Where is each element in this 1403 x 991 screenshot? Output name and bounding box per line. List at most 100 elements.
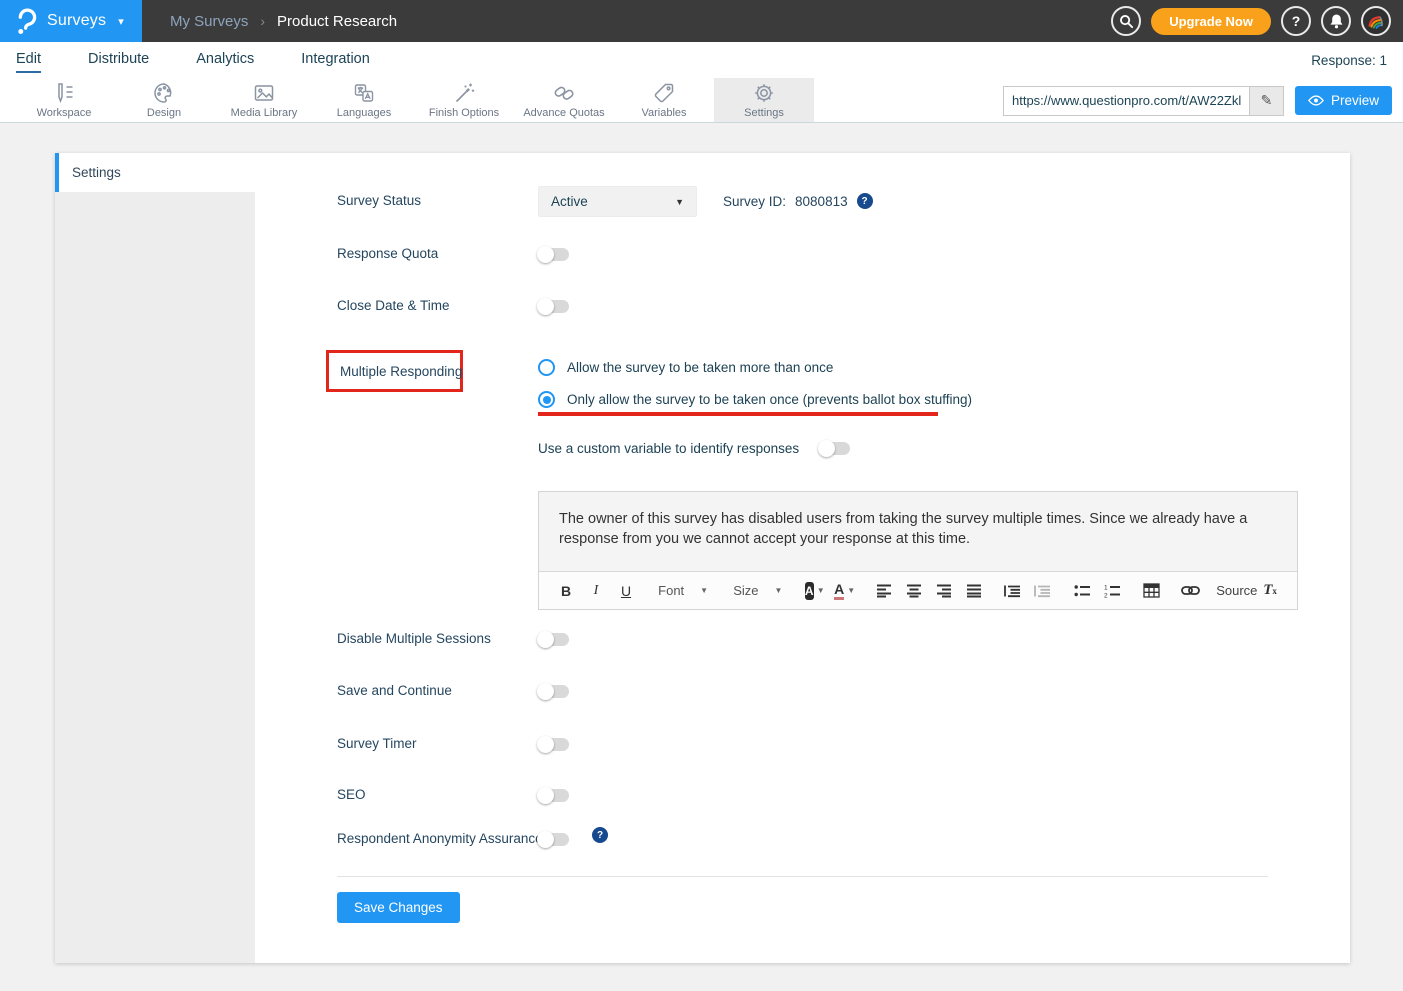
toolbar-item-settings[interactable]: Settings: [714, 78, 814, 122]
help-button[interactable]: ?: [1281, 6, 1311, 36]
settings-panel: Settings Security Notifications Survey S…: [55, 153, 1350, 963]
settings-form: Survey Status Active ▼ Survey ID: 808081…: [255, 153, 1350, 963]
user-avatar[interactable]: [1361, 6, 1391, 36]
align-left-button[interactable]: [871, 578, 897, 604]
breadcrumb-current: Product Research: [277, 13, 397, 30]
indent-increase-button[interactable]: [1000, 578, 1026, 604]
tab-edit[interactable]: Edit: [16, 47, 41, 73]
toolbar-item-advance-quotas[interactable]: Advance Quotas: [514, 78, 614, 122]
disable-multiple-sessions-label: Disable Multiple Sessions: [337, 631, 491, 646]
notifications-button[interactable]: [1321, 6, 1351, 36]
search-button[interactable]: [1111, 6, 1141, 36]
radio-allow-multiple[interactable]: Allow the survey to be taken more than o…: [538, 359, 833, 376]
chevron-down-icon: ▼: [700, 586, 708, 595]
save-and-continue-toggle[interactable]: [538, 685, 569, 698]
close-date-label: Close Date & Time: [337, 298, 450, 313]
tab-distribute[interactable]: Distribute: [88, 47, 149, 73]
chevron-down-icon: ▼: [675, 197, 684, 207]
app-menu-surveys[interactable]: Surveys ▾: [0, 0, 142, 42]
response-quota-toggle[interactable]: [538, 248, 569, 261]
table-button[interactable]: [1138, 578, 1164, 604]
seo-label: SEO: [337, 787, 366, 802]
source-button[interactable]: Source: [1217, 578, 1253, 604]
italic-button[interactable]: I: [583, 578, 609, 604]
bullet-list-button[interactable]: [1069, 578, 1095, 604]
toolbar-item-languages[interactable]: Languages: [314, 78, 414, 122]
save-and-continue-label: Save and Continue: [337, 683, 452, 698]
settings-sidebar: Settings Security Notifications: [55, 153, 255, 963]
toolbar-item-design[interactable]: Design: [114, 78, 214, 122]
toolbar-item-workspace[interactable]: Workspace: [14, 78, 114, 122]
tag-icon: [652, 81, 676, 105]
toolbar-item-finish-options[interactable]: Finish Options: [414, 78, 514, 122]
avatar-logo-icon: [1365, 10, 1387, 32]
upgrade-now-button[interactable]: Upgrade Now: [1151, 8, 1271, 35]
edit-url-button[interactable]: ✎: [1249, 87, 1283, 115]
palette-icon: [152, 81, 176, 105]
image-icon: [252, 81, 276, 105]
chain-links-icon: [552, 81, 576, 105]
tab-analytics[interactable]: Analytics: [196, 47, 254, 73]
survey-url-box: ✎: [1003, 86, 1284, 116]
pencil-lines-icon: [52, 81, 76, 105]
chevron-down-icon: ▼: [775, 586, 783, 595]
bg-color-icon: A: [805, 582, 814, 600]
radio-only-once[interactable]: Only allow the survey to be taken once (…: [538, 391, 972, 408]
search-icon: [1119, 14, 1134, 29]
svg-text:2: 2: [1104, 592, 1108, 598]
link-button[interactable]: [1177, 578, 1203, 604]
align-center-button[interactable]: [901, 578, 927, 604]
respondent-anonymity-toggle[interactable]: [538, 833, 569, 846]
toolbar-item-media-library[interactable]: Media Library: [214, 78, 314, 122]
seo-toggle[interactable]: [538, 789, 569, 802]
page-content: Settings Security Notifications Survey S…: [0, 123, 1403, 991]
disable-multiple-sessions-toggle[interactable]: [538, 633, 569, 646]
respondent-anonymity-help-icon[interactable]: ?: [592, 827, 608, 843]
font-select[interactable]: Font▼: [652, 583, 714, 598]
editor-message-area[interactable]: The owner of this survey has disabled us…: [539, 492, 1297, 571]
align-right-button[interactable]: [931, 578, 957, 604]
survey-status-label: Survey Status: [337, 193, 421, 208]
close-date-toggle[interactable]: [538, 300, 569, 313]
radio-icon[interactable]: [538, 359, 555, 376]
breadcrumb-separator: ›: [260, 13, 265, 29]
indent-decrease-button[interactable]: [1030, 578, 1056, 604]
question-mark-icon: ?: [1292, 13, 1301, 29]
size-select[interactable]: Size▼: [727, 583, 788, 598]
custom-variable-row: Use a custom variable to identify respon…: [538, 441, 850, 456]
survey-url-input[interactable]: [1004, 87, 1249, 115]
sidebar-item-settings[interactable]: Settings: [55, 153, 255, 192]
background-color-button[interactable]: A▼: [802, 578, 828, 604]
top-bar: Surveys ▾ My Surveys › Product Research …: [0, 0, 1403, 42]
preview-button[interactable]: Preview: [1295, 86, 1392, 115]
survey-id-help-icon[interactable]: ?: [857, 193, 873, 209]
remove-format-button[interactable]: Tx: [1257, 578, 1283, 604]
bold-button[interactable]: B: [553, 578, 579, 604]
gear-icon: [752, 81, 776, 105]
text-color-button[interactable]: A▼: [832, 578, 858, 604]
translate-icon: [352, 81, 376, 105]
custom-variable-toggle[interactable]: [819, 442, 850, 455]
breadcrumb-my-surveys[interactable]: My Surveys: [170, 13, 248, 30]
bell-icon: [1329, 13, 1344, 29]
survey-id-value: 8080813: [795, 194, 848, 209]
form-divider: [337, 876, 1268, 877]
section-nav: Edit Distribute Analytics Integration Re…: [0, 42, 1403, 78]
respondent-anonymity-label: Respondent Anonymity Assurance: [337, 831, 543, 846]
save-changes-button[interactable]: Save Changes: [337, 892, 460, 923]
editor-toolbar: B I U Font▼ Size▼ A▼ A▼: [539, 571, 1297, 609]
response-count[interactable]: Response: 1: [1311, 53, 1387, 68]
toolbar-item-variables[interactable]: Variables: [614, 78, 714, 122]
pencil-icon: ✎: [1261, 92, 1273, 109]
text-color-icon: A: [834, 582, 844, 600]
justify-button[interactable]: [961, 578, 987, 604]
svg-text:1: 1: [1104, 584, 1108, 591]
radio-selected-icon[interactable]: [538, 391, 555, 408]
survey-status-select[interactable]: Active ▼: [538, 186, 697, 217]
tab-integration[interactable]: Integration: [301, 47, 370, 73]
questionpro-logo-icon: [16, 8, 37, 35]
chevron-down-icon: ▾: [118, 15, 124, 28]
survey-timer-toggle[interactable]: [538, 738, 569, 751]
underline-button[interactable]: U: [613, 578, 639, 604]
numbered-list-button[interactable]: 12: [1099, 578, 1125, 604]
